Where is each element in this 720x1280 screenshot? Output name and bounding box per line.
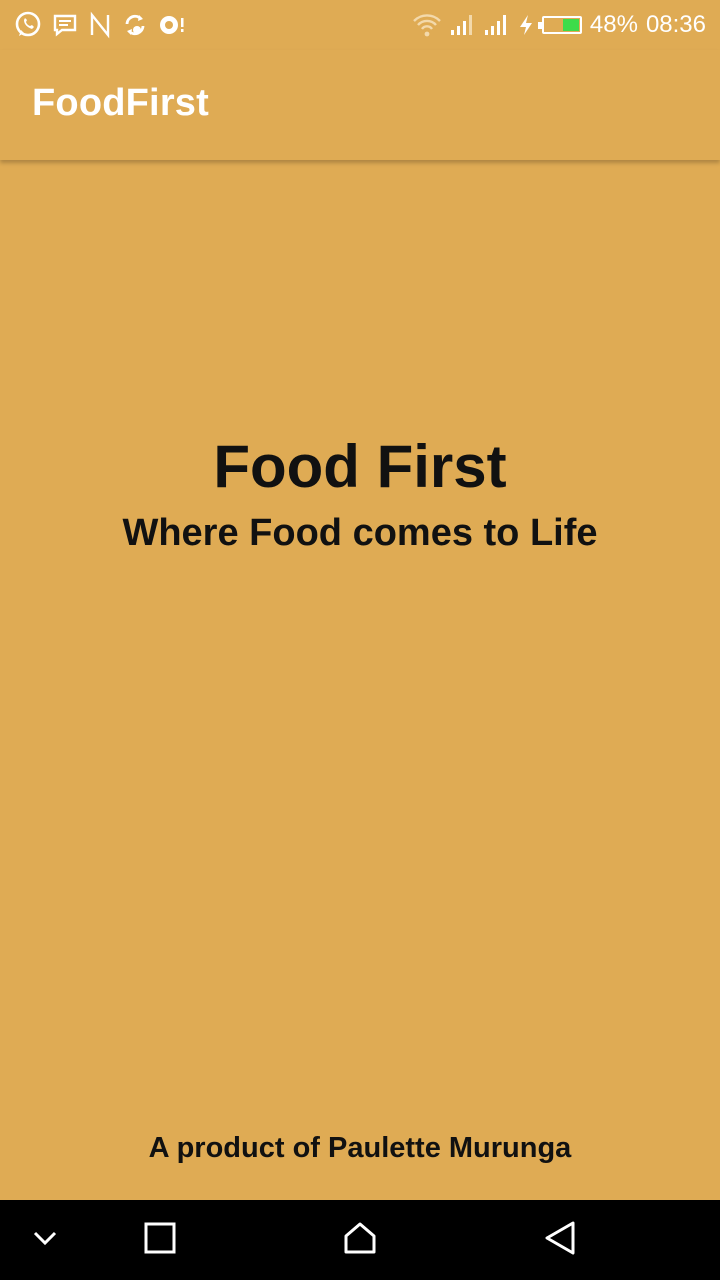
hero-subtitle: Where Food comes to Life xyxy=(122,512,598,554)
home-icon xyxy=(343,1221,377,1260)
main-content: Food First Where Food comes to Life A pr… xyxy=(0,160,720,1200)
navigation-bar xyxy=(0,1200,720,1280)
system-icons: 48% 08:36 xyxy=(412,10,706,40)
battery-level xyxy=(562,19,579,31)
credit-text: A product of Paulette Murunga xyxy=(148,1132,572,1164)
hide-nav-button[interactable] xyxy=(0,1200,90,1280)
signal-icon xyxy=(450,13,476,37)
sync-icon xyxy=(122,12,148,38)
status-time: 08:36 xyxy=(645,11,706,38)
wifi-icon xyxy=(412,12,442,38)
back-icon xyxy=(543,1220,577,1261)
battery-percent: 48% xyxy=(589,11,638,38)
app-bar: FoodFirst xyxy=(0,50,720,160)
charging-icon xyxy=(518,13,534,37)
battery-icon xyxy=(537,16,582,34)
app-title: FoodFirst xyxy=(32,82,209,124)
screen: 48% 08:36 FoodFirst Food First Where Foo… xyxy=(0,0,720,1280)
recents-button[interactable] xyxy=(115,1200,205,1280)
back-button[interactable] xyxy=(515,1200,605,1280)
notification-icons xyxy=(14,10,186,40)
chevron-down-icon xyxy=(32,1230,58,1251)
whatsapp-icon xyxy=(14,11,42,39)
message-icon xyxy=(52,12,78,38)
status-bar: 48% 08:36 xyxy=(0,0,720,50)
n-logo-icon xyxy=(88,11,112,39)
home-button[interactable] xyxy=(315,1200,405,1280)
recents-icon xyxy=(144,1222,176,1259)
hero-title: Food First xyxy=(213,433,507,500)
signal-icon xyxy=(484,13,510,37)
camera-notification-icon xyxy=(158,12,186,38)
